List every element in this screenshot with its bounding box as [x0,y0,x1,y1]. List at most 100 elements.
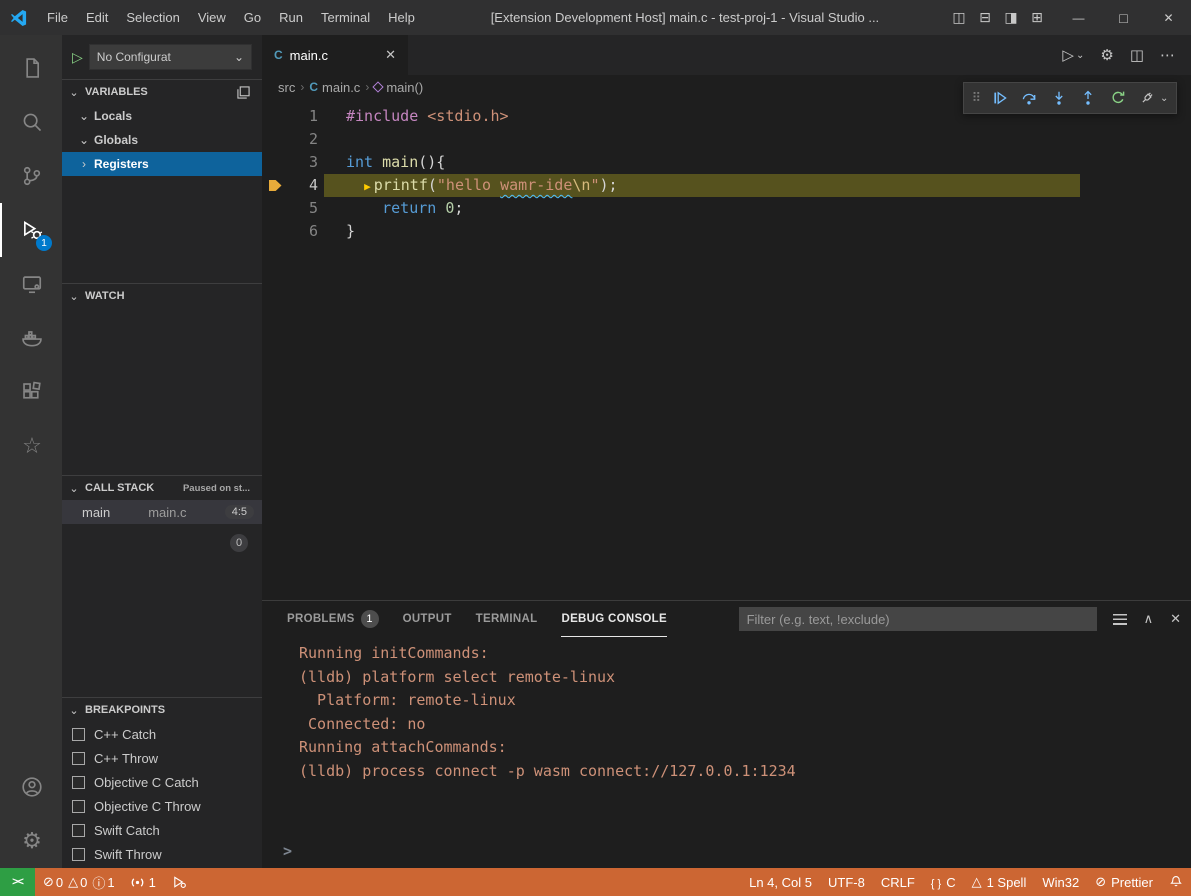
panel-tab-terminal[interactable]: TERMINAL [476,602,538,637]
breakpoint-item[interactable]: Objective C Throw [62,794,262,818]
glyph-margin[interactable] [262,174,288,197]
remote-explorer-icon[interactable] [0,257,62,311]
checkbox[interactable] [72,752,85,765]
checkbox[interactable] [72,728,85,741]
variables-header[interactable]: VARIABLES [62,80,262,104]
restart-icon[interactable] [1107,85,1129,111]
panel-tab-output[interactable]: OUTPUT [403,602,452,637]
chevron-down-icon[interactable] [1160,93,1168,104]
more-actions-icon[interactable] [1160,46,1175,64]
console-output[interactable]: Running initCommands:(lldb) platform sel… [262,637,1191,868]
ports-indicator[interactable]: 1 [123,868,164,896]
favorites-star-icon[interactable] [0,419,62,473]
menu-selection[interactable]: Selection [117,0,188,35]
menu-file[interactable]: File [38,0,77,35]
step-into-icon[interactable] [1048,85,1070,111]
menu-terminal[interactable]: Terminal [312,0,379,35]
code-editor[interactable]: 1#include <stdio.h>23int main(){4 ▶print… [262,99,1191,600]
menu-edit[interactable]: Edit [77,0,117,35]
breakpoint-item[interactable]: Swift Catch [62,818,262,842]
gear-icon[interactable] [1100,46,1113,64]
open-panel-icon[interactable] [237,86,250,99]
menu-help[interactable]: Help [379,0,424,35]
breakpoint-item[interactable]: C++ Throw [62,746,262,770]
extensions-icon[interactable] [0,365,62,419]
watch-header[interactable]: WATCH [62,284,262,308]
source-control-icon[interactable] [0,149,62,203]
glyph-margin[interactable] [262,151,288,174]
debug-status-icon[interactable] [164,868,195,896]
maximize-panel-icon[interactable] [1144,611,1154,627]
remote-indicator[interactable]: >< [0,868,35,896]
split-editor-icon[interactable] [1130,46,1144,64]
customize-layout-icon[interactable]: ⊞ [1024,0,1050,35]
code-line[interactable]: 4 ▶printf("hello wamr-ide\n"); [262,174,1191,197]
code-line[interactable]: 3int main(){ [262,151,1191,174]
console-options-icon[interactable] [1113,614,1127,625]
code-line[interactable]: 5 return 0; [262,197,1191,220]
code-line[interactable]: 2 [262,128,1191,151]
breadcrumb-item[interactable]: src [278,80,295,95]
menu-view[interactable]: View [189,0,235,35]
start-debug-icon[interactable] [72,49,83,66]
account-icon[interactable] [0,760,62,814]
call-stack-header[interactable]: CALL STACK Paused on st... [62,476,262,500]
breakpoint-item[interactable]: C++ Catch [62,722,262,746]
breakpoints-header[interactable]: BREAKPOINTS [62,698,262,722]
glyph-margin[interactable] [262,220,288,243]
code-line[interactable]: 6} [262,220,1191,243]
problems-indicator[interactable]: 0 0 1 [35,868,123,896]
code-token: printf [374,176,428,194]
disconnect-icon[interactable] [1136,85,1158,111]
glyph-margin[interactable] [262,197,288,220]
platform-indicator[interactable]: Win32 [1034,868,1087,896]
variables-item-globals[interactable]: Globals [62,128,262,152]
breakpoint-item[interactable]: Objective C Catch [62,770,262,794]
step-out-icon[interactable] [1077,85,1099,111]
tab-main-c[interactable]: C main.c [262,35,408,75]
formatter-status[interactable]: Prettier [1087,868,1161,896]
variables-item-locals[interactable]: Locals [62,104,262,128]
glyph-margin[interactable] [262,105,288,128]
variables-item-registers[interactable]: Registers [62,152,262,176]
breakpoint-item[interactable]: Swift Throw [62,842,262,866]
stack-frame-row[interactable]: main main.c 4:5 [62,500,262,524]
continue-icon[interactable] [989,85,1011,111]
run-file-button[interactable] [1062,46,1084,64]
breadcrumb-item[interactable]: Cmain.c [309,80,360,95]
toggle-panel-icon[interactable]: ⊟ [972,0,998,35]
glyph-margin[interactable] [262,128,288,151]
checkbox[interactable] [72,848,85,861]
breadcrumb-item[interactable]: main() [374,80,423,95]
encoding-indicator[interactable]: UTF-8 [820,868,873,896]
menu-run[interactable]: Run [270,0,312,35]
close-button[interactable] [1146,0,1191,35]
console-prompt[interactable]: > [283,842,292,860]
notifications-bell[interactable] [1161,868,1191,896]
cursor-position[interactable]: Ln 4, Col 5 [741,868,820,896]
close-tab-icon[interactable] [385,47,396,63]
panel-tab-problems[interactable]: PROBLEMS1 [287,602,379,637]
debug-config-dropdown[interactable]: No Configurat [89,44,252,70]
toggle-sidebar-icon[interactable]: ◫ [946,0,972,35]
language-mode[interactable]: C [923,868,964,896]
menu-go[interactable]: Go [235,0,270,35]
docker-icon[interactable] [0,311,62,365]
spell-checker-status[interactable]: 1 Spell [964,868,1035,896]
checkbox[interactable] [72,800,85,813]
step-over-icon[interactable] [1018,85,1040,111]
minimize-button[interactable] [1056,0,1101,35]
checkbox[interactable] [72,776,85,789]
checkbox[interactable] [72,824,85,837]
maximize-button[interactable] [1101,0,1146,35]
toolbar-grip-handle[interactable] [972,90,982,106]
run-and-debug-icon[interactable]: 1 [0,203,62,257]
panel-tab-debug-console[interactable]: DEBUG CONSOLE [561,602,667,637]
explorer-icon[interactable] [0,41,62,95]
search-icon[interactable] [0,95,62,149]
toggle-secondary-sidebar-icon[interactable]: ◨ [998,0,1024,35]
settings-gear-icon[interactable] [0,814,62,868]
console-filter-input[interactable] [739,607,1097,631]
eol-indicator[interactable]: CRLF [873,868,923,896]
close-panel-icon[interactable] [1170,611,1181,627]
